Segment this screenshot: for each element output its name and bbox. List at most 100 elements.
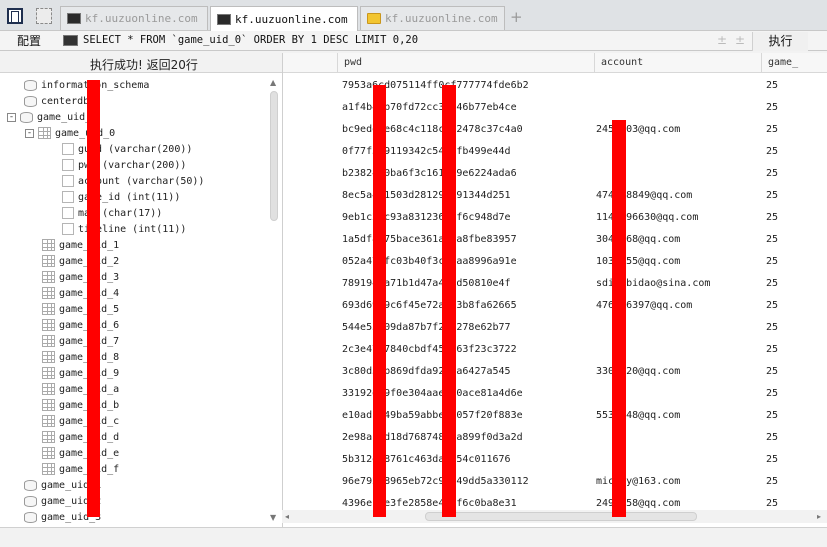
table-row[interactable]: 3c80d5fb869dfda9211a6427a545 3303520@qq.c… xyxy=(283,361,827,383)
cell-pwd[interactable]: 052a47cfc03b40f3ce3aa8996a91e xyxy=(342,256,517,267)
sql-input[interactable]: SELECT * FROM `game_uid_0` ORDER BY 1 DE… xyxy=(83,34,418,46)
plus-minus-icon[interactable]: ± xyxy=(717,33,727,47)
cell-account[interactable]: 476576397@qq.com xyxy=(596,300,692,311)
cell-pwd[interactable]: 2e98a1bd18d76874835a899f0d3a2d xyxy=(342,432,523,443)
cell-game-id[interactable]: 25 xyxy=(766,102,778,113)
table-row[interactable]: a1f4b4cb70fd72cc30046b77eb4ce 25 xyxy=(283,97,827,119)
table-row[interactable]: 2e98a1bd18d76874835a899f0d3a2d 25 xyxy=(283,427,827,449)
column-header-pwd[interactable]: pwd xyxy=(344,57,362,68)
cell-game-id[interactable]: 25 xyxy=(766,366,778,377)
tree-node-col[interactable]: guid (varchar(200)) xyxy=(62,141,192,157)
tree-node-col[interactable]: mac (char(17)) xyxy=(62,205,162,221)
cell-game-id[interactable]: 25 xyxy=(766,146,778,157)
new-tab-plus-icon[interactable]: + xyxy=(510,8,523,26)
table-row[interactable]: 1a5df8575bace361aada8fbe83957 3040768@qq.… xyxy=(283,229,827,251)
table-row[interactable]: 33192da9f0e304aaef60ace81a4d6e 25 xyxy=(283,383,827,405)
cell-account[interactable]: 5535548@qq.com xyxy=(596,410,680,421)
tree-node-table[interactable]: game_uid_9 xyxy=(42,365,119,381)
table-row[interactable]: 2c3e4787840cbdf458663f23c3722 25 xyxy=(283,339,827,361)
cell-game-id[interactable]: 25 xyxy=(766,234,778,245)
column-header-account[interactable]: account xyxy=(601,57,643,68)
scroll-down-icon[interactable]: ▼ xyxy=(270,513,276,522)
cell-pwd[interactable]: 33192da9f0e304aaef60ace81a4d6e xyxy=(342,388,523,399)
cell-account[interactable]: 474838849@qq.com xyxy=(596,190,692,201)
tree-node-table[interactable]: game_uid_6 xyxy=(42,317,119,333)
cell-game-id[interactable]: 25 xyxy=(766,190,778,201)
tree-node-table[interactable]: game_uid_8 xyxy=(42,349,119,365)
cell-pwd[interactable]: 0f77f579119342c541dfb499e44d xyxy=(342,146,511,157)
tree-node-table[interactable]: game_uid_2 xyxy=(42,253,119,269)
table-row[interactable]: 8ec5a4d1503d281291591344d251 474838849@qq… xyxy=(283,185,827,207)
tree-node-table[interactable]: game_uid_7 xyxy=(42,333,119,349)
cell-account[interactable]: mickey@163.com xyxy=(596,476,680,487)
cell-pwd[interactable]: 5b312e28761c463da5a54c011676 xyxy=(342,454,511,465)
tree-vertical-scrollbar[interactable]: ▲ ▼ xyxy=(269,78,279,522)
tree-node-col[interactable]: account (varchar(50)) xyxy=(62,173,204,189)
window-panel-icon[interactable] xyxy=(7,8,23,24)
tree-node-table[interactable]: game_uid_4 xyxy=(42,285,119,301)
cell-game-id[interactable]: 25 xyxy=(766,322,778,333)
cell-pwd[interactable]: b23824c0ba6f3c1616f9e6224ada6 xyxy=(342,168,517,179)
column-header-game[interactable]: game_ xyxy=(768,57,798,68)
scroll-right-icon[interactable]: ▸ xyxy=(817,512,821,521)
window-toggle-icon[interactable] xyxy=(36,8,52,24)
tree-node-table[interactable]: game_uid_f xyxy=(42,461,119,477)
table-row[interactable]: b23824c0ba6f3c1616f9e6224ada6 25 xyxy=(283,163,827,185)
cell-game-id[interactable]: 25 xyxy=(766,212,778,223)
table-row[interactable]: bc9ede5e68c4c118c9f2478c37c4a0 2451503@qq… xyxy=(283,119,827,141)
tree-node-table[interactable]: game_uid_a xyxy=(42,381,119,397)
cell-game-id[interactable]: 25 xyxy=(766,454,778,465)
cell-pwd[interactable]: e10adc949ba59abbe5e057f20f883e xyxy=(342,410,523,421)
table-row[interactable]: 544e53c09da87b7f2e7278e62b77 25 xyxy=(283,317,827,339)
cell-account[interactable]: 1035655@qq.com xyxy=(596,256,680,267)
cell-game-id[interactable]: 25 xyxy=(766,278,778,289)
cell-pwd[interactable]: 544e53c09da87b7f2e7278e62b77 xyxy=(342,322,511,333)
cell-game-id[interactable]: 25 xyxy=(766,124,778,135)
cell-game-id[interactable]: 25 xyxy=(766,300,778,311)
table-row[interactable]: 052a47cfc03b40f3ce3aa8996a91e 1035655@qq.… xyxy=(283,251,827,273)
tree-node-table[interactable]: game_uid_d xyxy=(42,429,119,445)
tree-node-table[interactable]: game_uid_1 xyxy=(42,237,119,253)
cell-game-id[interactable]: 25 xyxy=(766,410,778,421)
cell-game-id[interactable]: 25 xyxy=(766,476,778,487)
cell-pwd[interactable]: 3c80d5fb869dfda9211a6427a545 xyxy=(342,366,511,377)
scrollbar-thumb[interactable] xyxy=(270,91,278,221)
cell-account[interactable]: 3040768@qq.com xyxy=(596,234,680,245)
table-row[interactable]: e10adc949ba59abbe5e057f20f883e 5535548@qq… xyxy=(283,405,827,427)
table-row[interactable]: 693d6929c6f45e72a783b8fa62665 476576397@q… xyxy=(283,295,827,317)
cell-pwd[interactable]: 1a5df8575bace361aada8fbe83957 xyxy=(342,234,517,245)
cell-account[interactable]: 2451503@qq.com xyxy=(596,124,680,135)
cell-pwd[interactable]: 4396ec2e3fe2858e448f6c0ba8e31 xyxy=(342,498,517,509)
tab-1[interactable]: kf.uuzuonline.com xyxy=(60,6,208,30)
tree-node-table[interactable]: game_uid_3 xyxy=(42,269,119,285)
cell-pwd[interactable]: 9eb1c2ec93a83123663f6c948d7e xyxy=(342,212,511,223)
cell-pwd[interactable]: 693d6929c6f45e72a783b8fa62665 xyxy=(342,300,517,311)
tree-node-db[interactable]: centerdb xyxy=(24,93,89,109)
tree-node-table[interactable]: game_uid_b xyxy=(42,397,119,413)
cell-pwd[interactable]: 7953a6cd075114ff0cf777774fde6b2 xyxy=(342,80,529,91)
table-row[interactable]: 9eb1c2ec93a83123663f6c948d7e 1142396630@q… xyxy=(283,207,827,229)
cell-game-id[interactable]: 25 xyxy=(766,498,778,509)
cell-game-id[interactable]: 25 xyxy=(766,80,778,91)
cell-game-id[interactable]: 25 xyxy=(766,168,778,179)
cell-game-id[interactable]: 25 xyxy=(766,432,778,443)
cell-pwd[interactable]: 2c3e4787840cbdf458663f23c3722 xyxy=(342,344,517,355)
cell-pwd[interactable]: bc9ede5e68c4c118c9f2478c37c4a0 xyxy=(342,124,523,135)
cell-account[interactable]: 2498658@qq.com xyxy=(596,498,680,509)
tree-node-table[interactable]: game_uid_e xyxy=(42,445,119,461)
tree-node-col[interactable]: game_id (int(11)) xyxy=(62,189,180,205)
table-row[interactable]: 7953a6cd075114ff0cf777774fde6b2 25 xyxy=(283,75,827,97)
scroll-up-icon[interactable]: ▲ xyxy=(270,78,276,87)
collapse-icon[interactable]: - xyxy=(25,128,34,138)
cell-game-id[interactable]: 25 xyxy=(766,256,778,267)
table-row[interactable]: 5b312e28761c463da5a54c011676 25 xyxy=(283,449,827,471)
table-row[interactable]: 0f77f579119342c541dfb499e44d 25 xyxy=(283,141,827,163)
tree-node-table[interactable]: game_uid_5 xyxy=(42,301,119,317)
collapse-icon[interactable]: - xyxy=(7,112,16,122)
tree-node-table[interactable]: - game_uid_0 xyxy=(25,125,115,141)
tree-node-col[interactable]: timeline (int(11)) xyxy=(62,221,186,237)
cell-pwd[interactable]: a1f4b4cb70fd72cc30046b77eb4ce xyxy=(342,102,517,113)
tree-node-db[interactable]: - game_uid_0 xyxy=(7,109,97,125)
tree-node-col[interactable]: pwd (varchar(200)) xyxy=(62,157,186,173)
scroll-left-icon[interactable]: ◂ xyxy=(285,512,289,521)
